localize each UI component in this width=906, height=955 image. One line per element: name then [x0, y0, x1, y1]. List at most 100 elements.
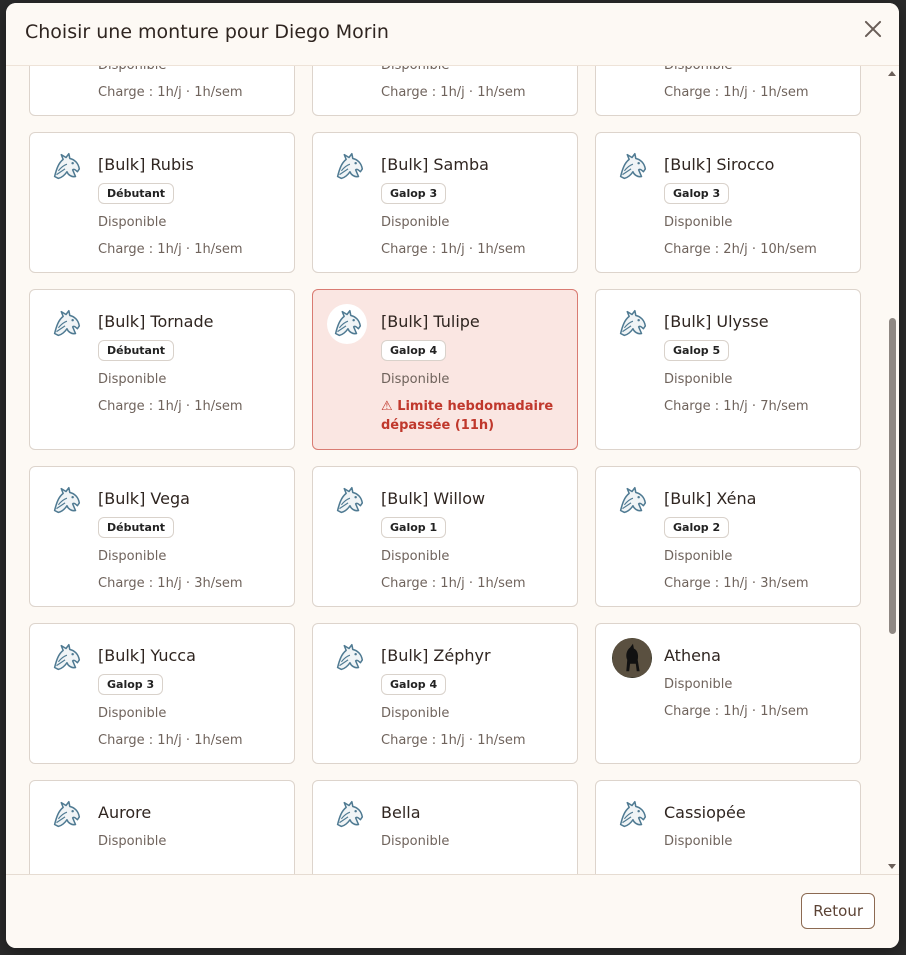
level-badge: Débutant — [98, 340, 175, 361]
horse-card[interactable]: [Bulk] Tulipe Galop 4 Disponible ⚠ Limite h… — [312, 289, 578, 450]
horse-card[interactable]: Cassiopée Disponible — [595, 780, 861, 875]
horse-head-icon — [612, 147, 652, 187]
horse-card[interactable]: [Bulk] Zéphyr Galop 4 Disponible Charge : 1… — [312, 623, 578, 764]
scrollbar-thumb[interactable] — [889, 318, 896, 634]
horse-card[interactable]: Athena Disponible Charge : 1h/j · 1h/sem — [595, 623, 861, 764]
horse-name: [Bulk] Willow — [381, 489, 486, 508]
availability-status: Disponible — [381, 706, 450, 721]
availability-status: Disponible — [98, 215, 167, 230]
back-button[interactable]: Retour — [801, 893, 875, 929]
horse-name: [Bulk] Yucca — [98, 646, 196, 665]
horse-name: Bella — [381, 803, 421, 822]
horse-name: [Bulk] Xéna — [664, 489, 757, 508]
workload-text: Charge : 1h/j · 7h/sem — [664, 399, 809, 414]
scroll-up-arrow-icon[interactable] — [888, 71, 896, 76]
horse-name: Athena — [664, 646, 721, 665]
warning-message: ⚠ Limite hebdomadaire dépassée (11h) — [381, 397, 565, 435]
horse-card[interactable]: Bella Disponible — [312, 780, 578, 875]
horse-name: [Bulk] Vega — [98, 489, 190, 508]
availability-status: Disponible — [98, 834, 167, 849]
availability-status: Disponible — [664, 65, 733, 73]
level-badge: Galop 5 — [664, 340, 730, 361]
availability-status: Disponible — [381, 372, 450, 387]
availability-status: Disponible — [381, 65, 450, 73]
workload-text: Charge : 1h/j · 1h/sem — [98, 399, 243, 414]
workload-text: Charge : 1h/j · 3h/sem — [664, 576, 809, 591]
horse-head-icon — [329, 147, 369, 187]
horse-card[interactable]: [Bulk] Yucca Galop 3 Disponible Charge : 1h… — [29, 623, 295, 764]
level-badge: Débutant — [98, 517, 175, 538]
workload-text: Charge : 1h/j · 1h/sem — [381, 242, 526, 257]
workload-text: Charge : 1h/j · 1h/sem — [98, 242, 243, 257]
horse-card[interactable]: [Bulk] Rubis Débutant Disponible Charge : 1… — [29, 132, 295, 273]
horse-head-icon — [46, 304, 86, 344]
horse-head-icon — [46, 147, 86, 187]
availability-status: Disponible — [664, 215, 733, 230]
availability-status: Disponible — [98, 549, 167, 564]
horse-card[interactable]: [Bulk] OcéaneGalop 4DisponibleCharge : 1… — [312, 65, 578, 116]
availability-status: Disponible — [664, 372, 733, 387]
availability-status: Disponible — [381, 834, 450, 849]
horse-grid: [Bulk] NimbusGalop 2DisponibleCharge : 1… — [29, 65, 861, 875]
availability-status: Disponible — [664, 834, 733, 849]
warning-text: Limite hebdomadaire dépassée (11h) — [381, 399, 554, 433]
horse-card[interactable]: [Bulk] Ulysse Galop 5 Disponible Charge : 1… — [595, 289, 861, 450]
availability-status: Disponible — [664, 677, 733, 692]
horse-name: [Bulk] Rubis — [98, 155, 194, 174]
scrollbar[interactable] — [885, 65, 899, 875]
horse-head-icon — [612, 795, 652, 835]
workload-text: Charge : 1h/j · 1h/sem — [381, 733, 526, 748]
availability-status: Disponible — [98, 65, 167, 73]
horse-card[interactable]: [Bulk] PixelGalop 5DisponibleCharge : 1h… — [595, 65, 861, 116]
horse-card[interactable]: [Bulk] Tornade Débutant Disponible Charge :… — [29, 289, 295, 450]
level-badge: Galop 4 — [381, 674, 447, 695]
horse-photo — [612, 638, 652, 678]
availability-status: Disponible — [98, 372, 167, 387]
horse-card[interactable]: [Bulk] Xéna Galop 2 Disponible Charge : 1h/… — [595, 466, 861, 607]
horse-card[interactable]: [Bulk] NimbusGalop 2DisponibleCharge : 1… — [29, 65, 295, 116]
horse-name: [Bulk] Ulysse — [664, 312, 769, 331]
level-badge: Galop 3 — [381, 183, 447, 204]
horse-name: [Bulk] Samba — [381, 155, 489, 174]
horse-head-icon — [46, 481, 86, 521]
modal-footer: Retour — [6, 874, 899, 948]
horse-head-icon — [46, 795, 86, 835]
workload-text: Charge : 1h/j · 1h/sem — [98, 85, 243, 100]
horse-name: Aurore — [98, 803, 152, 822]
horse-name: [Bulk] Sirocco — [664, 155, 775, 174]
workload-text: Charge : 1h/j · 1h/sem — [381, 576, 526, 591]
horse-name: [Bulk] Tulipe — [381, 312, 480, 331]
horse-card[interactable]: [Bulk] Willow Galop 1 Disponible Charge : 1… — [312, 466, 578, 607]
close-icon[interactable] — [861, 17, 885, 41]
horse-card[interactable]: Aurore Disponible — [29, 780, 295, 875]
level-badge: Galop 3 — [664, 183, 730, 204]
level-badge: Galop 1 — [381, 517, 447, 538]
scroll-down-arrow-icon[interactable] — [888, 864, 896, 869]
availability-status: Disponible — [381, 215, 450, 230]
horse-head-icon — [329, 795, 369, 835]
level-badge: Galop 2 — [664, 517, 730, 538]
horse-head-icon — [327, 304, 367, 344]
availability-status: Disponible — [98, 706, 167, 721]
workload-text: Charge : 1h/j · 1h/sem — [381, 85, 526, 100]
availability-status: Disponible — [381, 549, 450, 564]
modal-header: Choisir une monture pour Diego Morin — [6, 3, 899, 66]
modal-title: Choisir une monture pour Diego Morin — [25, 21, 389, 43]
horse-head-icon — [612, 481, 652, 521]
horse-card[interactable]: [Bulk] Sirocco Galop 3 Disponible Charge : … — [595, 132, 861, 273]
level-badge: Débutant — [98, 183, 175, 204]
horse-picker-modal: Choisir une monture pour Diego Morin [Bu… — [6, 3, 899, 948]
horse-list-viewport[interactable]: [Bulk] NimbusGalop 2DisponibleCharge : 1… — [6, 65, 899, 875]
horse-name: Cassiopée — [664, 803, 746, 822]
horse-head-icon — [612, 304, 652, 344]
horse-card[interactable]: [Bulk] Vega Débutant Disponible Charge : 1h… — [29, 466, 295, 607]
workload-text: Charge : 1h/j · 1h/sem — [664, 85, 809, 100]
horse-head-icon — [46, 638, 86, 678]
workload-text: Charge : 1h/j · 3h/sem — [98, 576, 243, 591]
horse-head-icon — [329, 481, 369, 521]
warning-icon: ⚠ — [381, 399, 393, 414]
workload-text: Charge : 1h/j · 1h/sem — [664, 704, 809, 719]
availability-status: Disponible — [664, 549, 733, 564]
horse-card[interactable]: [Bulk] Samba Galop 3 Disponible Charge : 1h… — [312, 132, 578, 273]
workload-text: Charge : 2h/j · 10h/sem — [664, 242, 817, 257]
